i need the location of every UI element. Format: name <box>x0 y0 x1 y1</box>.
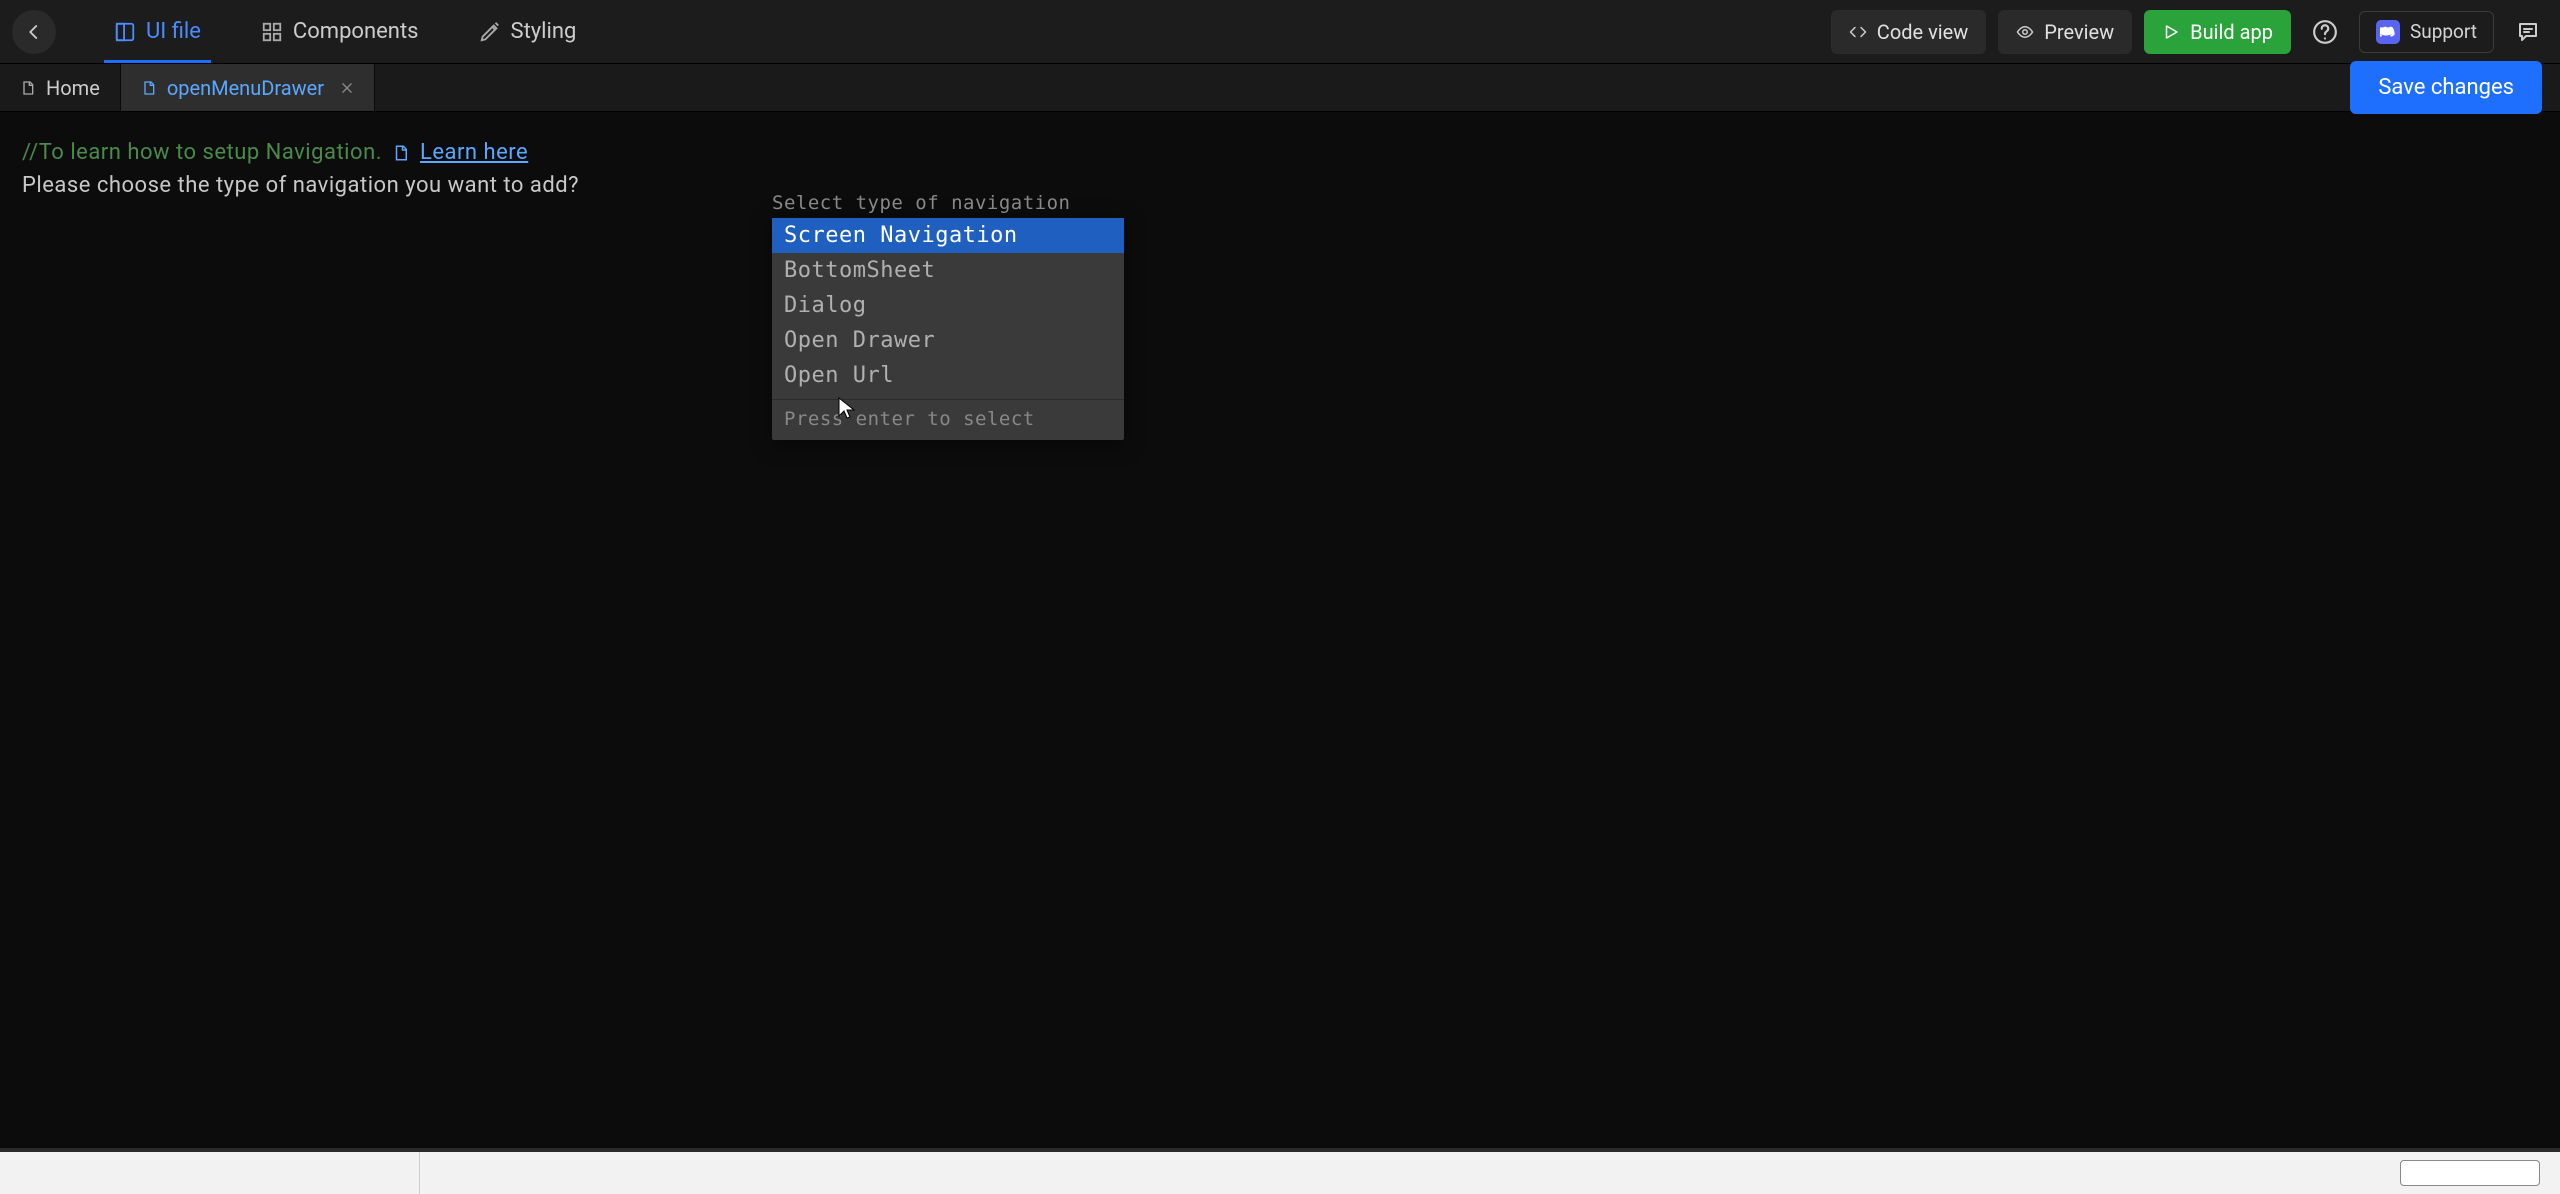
tab-label: openMenuDrawer <box>167 76 324 100</box>
support-button[interactable]: Support <box>2359 11 2494 53</box>
file-tab-bar: Home openMenuDrawer Save changes <box>0 64 2560 112</box>
code-icon <box>1849 23 1867 41</box>
eye-icon <box>2016 23 2034 41</box>
close-icon <box>340 81 354 95</box>
document-icon <box>20 80 36 96</box>
top-toolbar: UI file Components Styling Code view Pre… <box>0 0 2560 64</box>
chevron-left-icon <box>25 23 43 41</box>
dropdown-item-dialog[interactable]: Dialog <box>772 288 1124 323</box>
button-label: Preview <box>2044 20 2114 44</box>
code-editor[interactable]: //To learn how to setup Navigation. Lear… <box>0 112 2560 226</box>
status-cell <box>0 1152 420 1194</box>
dropdown-menu: Screen Navigation BottomSheet Dialog Ope… <box>772 218 1124 440</box>
tab-label: UI file <box>146 19 201 44</box>
document-icon <box>392 144 410 162</box>
dropdown-item-bottomsheet[interactable]: BottomSheet <box>772 253 1124 288</box>
preview-button[interactable]: Preview <box>1998 10 2132 54</box>
build-app-button[interactable]: Build app <box>2144 10 2291 54</box>
dropdown-item-screen-navigation[interactable]: Screen Navigation <box>772 218 1124 253</box>
bottom-status-bar <box>0 1152 2560 1194</box>
file-tab-open-menu-drawer[interactable]: openMenuDrawer <box>121 64 375 111</box>
navigation-type-selector: Select type of navigation Screen Navigat… <box>772 192 1124 440</box>
tab-styling[interactable]: Styling <box>449 0 607 63</box>
save-changes-button[interactable]: Save changes <box>2350 61 2542 114</box>
dropdown-item-open-drawer[interactable]: Open Drawer <box>772 323 1124 358</box>
code-view-button[interactable]: Code view <box>1831 10 1986 54</box>
components-icon <box>261 21 283 43</box>
feedback-button[interactable] <box>2508 12 2548 52</box>
dropdown-hint: Press enter to select <box>772 399 1124 440</box>
help-button[interactable] <box>2305 12 2345 52</box>
button-label: Support <box>2410 20 2477 43</box>
learn-here-link[interactable]: Learn here <box>420 140 528 165</box>
tab-ui-file[interactable]: UI file <box>84 0 231 63</box>
top-tabs: UI file Components Styling <box>84 0 606 63</box>
discord-icon <box>2376 20 2400 44</box>
tab-label: Components <box>293 19 419 44</box>
tab-label: Home <box>46 76 100 100</box>
close-tab-button[interactable] <box>340 76 354 100</box>
dropdown-item-open-url[interactable]: Open Url <box>772 358 1124 393</box>
editor-line-1: //To learn how to setup Navigation. Lear… <box>22 136 2538 169</box>
message-icon <box>2516 20 2540 44</box>
file-tab-home[interactable]: Home <box>0 64 121 111</box>
dropdown-label: Select type of navigation <box>772 192 1124 214</box>
bottom-outline-button[interactable] <box>2400 1160 2540 1186</box>
help-icon <box>2312 19 2338 45</box>
back-button[interactable] <box>12 10 56 54</box>
ui-file-icon <box>114 21 136 43</box>
tab-label: Styling <box>511 19 577 44</box>
mouse-cursor-icon <box>838 397 856 421</box>
button-label: Code view <box>1877 20 1968 44</box>
button-label: Build app <box>2190 20 2273 44</box>
tab-components[interactable]: Components <box>231 0 449 63</box>
styling-icon <box>479 21 501 43</box>
comment-text: //To learn how to setup Navigation. <box>22 140 382 165</box>
document-icon <box>141 80 157 96</box>
play-icon <box>2162 23 2180 41</box>
editor-prompt-line: Please choose the type of navigation you… <box>22 169 2538 202</box>
